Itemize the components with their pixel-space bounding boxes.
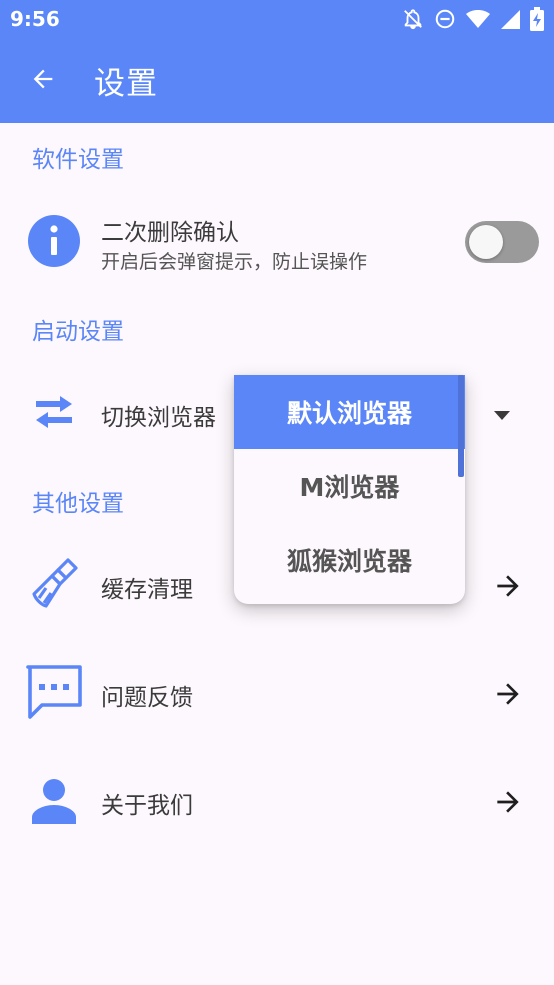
- arrow-right-icon: [492, 786, 524, 822]
- switch-browser-label: 切换浏览器: [101, 405, 216, 431]
- person-icon: [32, 778, 76, 824]
- info-icon: [28, 215, 80, 267]
- toolbar: 设置: [0, 38, 554, 123]
- arrow-right-icon: [492, 570, 524, 606]
- app-bar: 9:56 设置: [0, 0, 554, 123]
- back-button[interactable]: [0, 38, 86, 123]
- feedback-chat-icon: [26, 665, 82, 719]
- clear-cache-label: 缓存清理: [101, 577, 193, 603]
- arrow-right-icon: [492, 678, 524, 714]
- dropdown-option-default-browser[interactable]: 默认浏览器: [234, 375, 465, 449]
- wifi-icon: [466, 8, 490, 30]
- battery-charging-icon: [530, 7, 544, 31]
- section-header-software: 软件设置: [32, 147, 124, 173]
- do-not-disturb-icon: [434, 8, 456, 30]
- status-bar: 9:56: [0, 0, 554, 38]
- broom-icon: [30, 556, 82, 612]
- dropdown-option-lemur-browser[interactable]: 狐猴浏览器: [234, 523, 465, 597]
- toggle-knob: [469, 225, 503, 259]
- delete-confirm-toggle[interactable]: [465, 221, 539, 263]
- swap-arrows-icon: [30, 392, 78, 432]
- browser-dropdown: 默认浏览器 M浏览器 狐猴浏览器: [234, 375, 465, 604]
- delete-confirm-title: 二次删除确认: [101, 220, 239, 246]
- about-us-label: 关于我们: [101, 793, 193, 819]
- section-header-other: 其他设置: [32, 491, 124, 517]
- status-icons: [402, 7, 544, 31]
- dropdown-option-m-browser[interactable]: M浏览器: [234, 449, 465, 523]
- chevron-down-icon[interactable]: [494, 406, 510, 425]
- delete-confirm-subtitle: 开启后会弹窗提示，防止误操作: [101, 251, 368, 273]
- signal-icon: [500, 8, 520, 30]
- page-title: 设置: [94, 66, 158, 102]
- arrow-left-icon: [29, 65, 57, 97]
- feedback-label: 问题反馈: [101, 685, 193, 711]
- dropdown-scrollbar[interactable]: [458, 375, 464, 477]
- section-header-launch: 启动设置: [32, 319, 124, 345]
- notifications-off-icon: [402, 8, 424, 30]
- about-us-row[interactable]: 关于我们: [0, 756, 554, 848]
- status-time: 9:56: [10, 7, 60, 31]
- feedback-row[interactable]: 问题反馈: [0, 648, 554, 740]
